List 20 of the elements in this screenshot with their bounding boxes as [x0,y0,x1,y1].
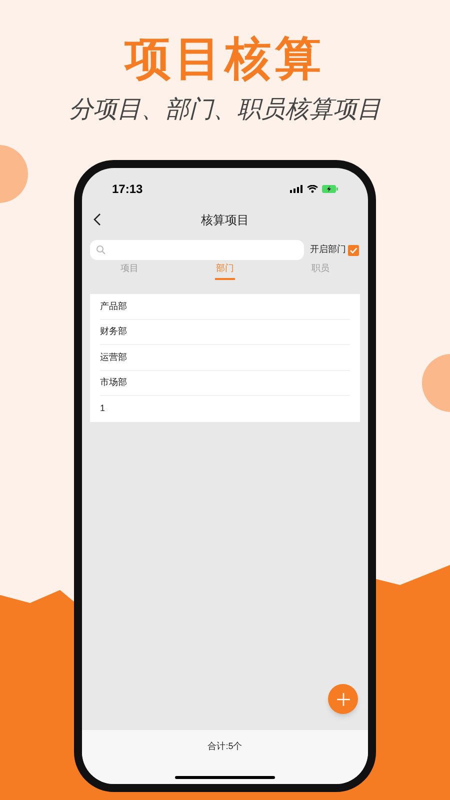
total-count: 合计:5个 [208,740,242,753]
headline: 项目核算 [125,31,325,86]
wifi-icon [307,185,318,193]
search-field[interactable] [90,240,304,260]
list-item[interactable]: 市场部 [100,376,127,390]
checkbox[interactable] [348,244,359,256]
list-item[interactable]: 财务部 [100,325,127,339]
toggle-label: 开启部门 [310,243,346,256]
list-item[interactable]: 1 [100,402,106,416]
list-item[interactable]: 产品部 [100,300,127,314]
search-icon [96,245,106,255]
signal-icon [290,185,303,193]
page-title: 核算项目 [201,212,249,229]
back-icon[interactable] [93,213,101,226]
add-button[interactable] [328,684,358,714]
list-item[interactable]: 运营部 [100,350,127,364]
plus-icon [336,692,350,706]
status-time: 17:13 [112,181,143,198]
subtitle: 分项目、部门、职员核算项目 [69,95,381,125]
battery-icon [322,185,338,193]
